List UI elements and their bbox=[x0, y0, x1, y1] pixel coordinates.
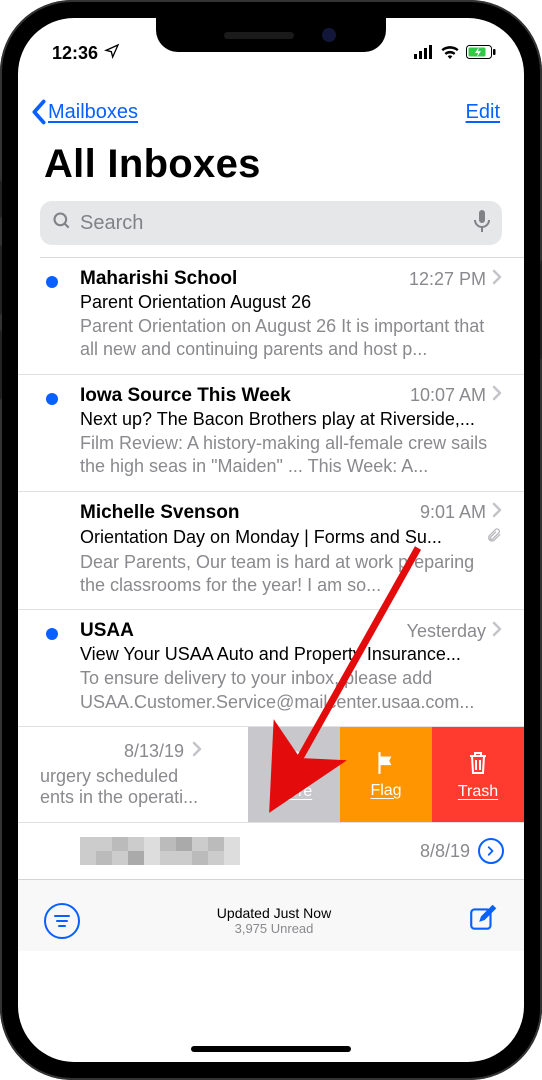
more-action-button[interactable]: More bbox=[248, 727, 340, 822]
filter-button[interactable] bbox=[44, 903, 80, 939]
edit-button[interactable]: Edit bbox=[466, 101, 500, 124]
chevron-right-icon bbox=[492, 269, 502, 290]
dictation-icon[interactable] bbox=[474, 210, 490, 237]
sender: Michelle Svenson bbox=[80, 502, 239, 524]
battery-icon bbox=[466, 43, 496, 64]
unread-dot-icon bbox=[46, 393, 58, 405]
unread-count: 3,975 Unread bbox=[217, 921, 331, 936]
preview: Parent Orientation on August 26 It is im… bbox=[80, 315, 502, 362]
clock: 12:36 bbox=[52, 43, 98, 64]
email-item[interactable]: Iowa Source This Week 10:07 AM Next up? … bbox=[18, 374, 524, 491]
time: 9:01 AM bbox=[420, 502, 486, 523]
email-item[interactable]: Michelle Svenson 9:01 AM Orientation Day… bbox=[18, 491, 524, 610]
chevron-right-icon bbox=[492, 621, 502, 642]
chevron-right-icon bbox=[492, 502, 502, 523]
flag-label: Flag bbox=[370, 782, 401, 800]
email-item[interactable]: USAA Yesterday View Your USAA Auto and P… bbox=[18, 609, 524, 726]
preview: Dear Parents, Our team is hard at work p… bbox=[80, 551, 502, 598]
bottom-toolbar: Updated Just Now 3,975 Unread bbox=[18, 879, 524, 951]
home-indicator[interactable] bbox=[191, 1046, 351, 1052]
time: 10:07 AM bbox=[410, 385, 486, 406]
search-field[interactable]: Search bbox=[40, 201, 502, 245]
time: 12:27 PM bbox=[409, 269, 486, 290]
email-item-redacted[interactable]: 8/8/19 bbox=[18, 822, 524, 879]
sender: USAA bbox=[80, 620, 134, 642]
thread-chevron-icon[interactable] bbox=[478, 838, 504, 864]
time: 8/13/19 bbox=[124, 741, 184, 762]
search-icon bbox=[52, 211, 72, 236]
trash-icon bbox=[466, 749, 490, 777]
back-label: Mailboxes bbox=[48, 101, 138, 124]
unread-dot-icon bbox=[46, 628, 58, 640]
updated-label: Updated Just Now bbox=[217, 905, 331, 921]
trash-action-button[interactable]: Trash bbox=[432, 727, 524, 822]
location-icon bbox=[104, 43, 120, 64]
nav-bar: Mailboxes Edit bbox=[18, 72, 524, 132]
paperclip-icon bbox=[486, 526, 502, 549]
wifi-icon bbox=[440, 43, 460, 64]
trash-label: Trash bbox=[458, 783, 498, 801]
email-item[interactable]: Maharishi School 12:27 PM Parent Orienta… bbox=[18, 258, 524, 374]
subject: View Your USAA Auto and Property Insuran… bbox=[80, 644, 502, 665]
redacted-content bbox=[80, 837, 240, 865]
flag-action-button[interactable]: Flag bbox=[340, 727, 432, 822]
search-placeholder: Search bbox=[80, 212, 466, 235]
preview-line: ents in the operati... bbox=[40, 787, 248, 808]
swiped-email-item[interactable]: 8/13/19 urgery scheduled ents in the ope… bbox=[18, 726, 524, 822]
sender: Maharishi School bbox=[80, 268, 237, 290]
time: Yesterday bbox=[407, 621, 486, 642]
subject: Next up? The Bacon Brothers play at Rive… bbox=[80, 409, 502, 430]
unread-dot-icon bbox=[46, 276, 58, 288]
page-title: All Inboxes bbox=[18, 132, 524, 201]
preview: Film Review: A history-making all-female… bbox=[80, 432, 502, 479]
preview: To ensure delivery to your inbox, please… bbox=[80, 667, 502, 714]
preview-line: urgery scheduled bbox=[40, 766, 248, 787]
subject: Parent Orientation August 26 bbox=[80, 292, 502, 313]
subject: Orientation Day on Monday | Forms and Su… bbox=[80, 527, 442, 548]
chevron-left-icon bbox=[28, 98, 50, 126]
ellipsis-icon bbox=[280, 749, 308, 777]
flag-icon bbox=[373, 750, 399, 776]
email-list: Maharishi School 12:27 PM Parent Orienta… bbox=[18, 258, 524, 879]
chevron-right-icon bbox=[492, 385, 502, 406]
filter-icon bbox=[53, 914, 71, 928]
sender: Iowa Source This Week bbox=[80, 385, 291, 407]
back-button[interactable]: Mailboxes bbox=[28, 98, 138, 126]
time: 8/8/19 bbox=[420, 841, 470, 862]
more-label: More bbox=[276, 783, 312, 801]
compose-button[interactable] bbox=[468, 903, 498, 938]
compose-icon bbox=[468, 903, 498, 933]
cellular-icon bbox=[414, 43, 434, 64]
chevron-right-icon bbox=[192, 741, 202, 762]
